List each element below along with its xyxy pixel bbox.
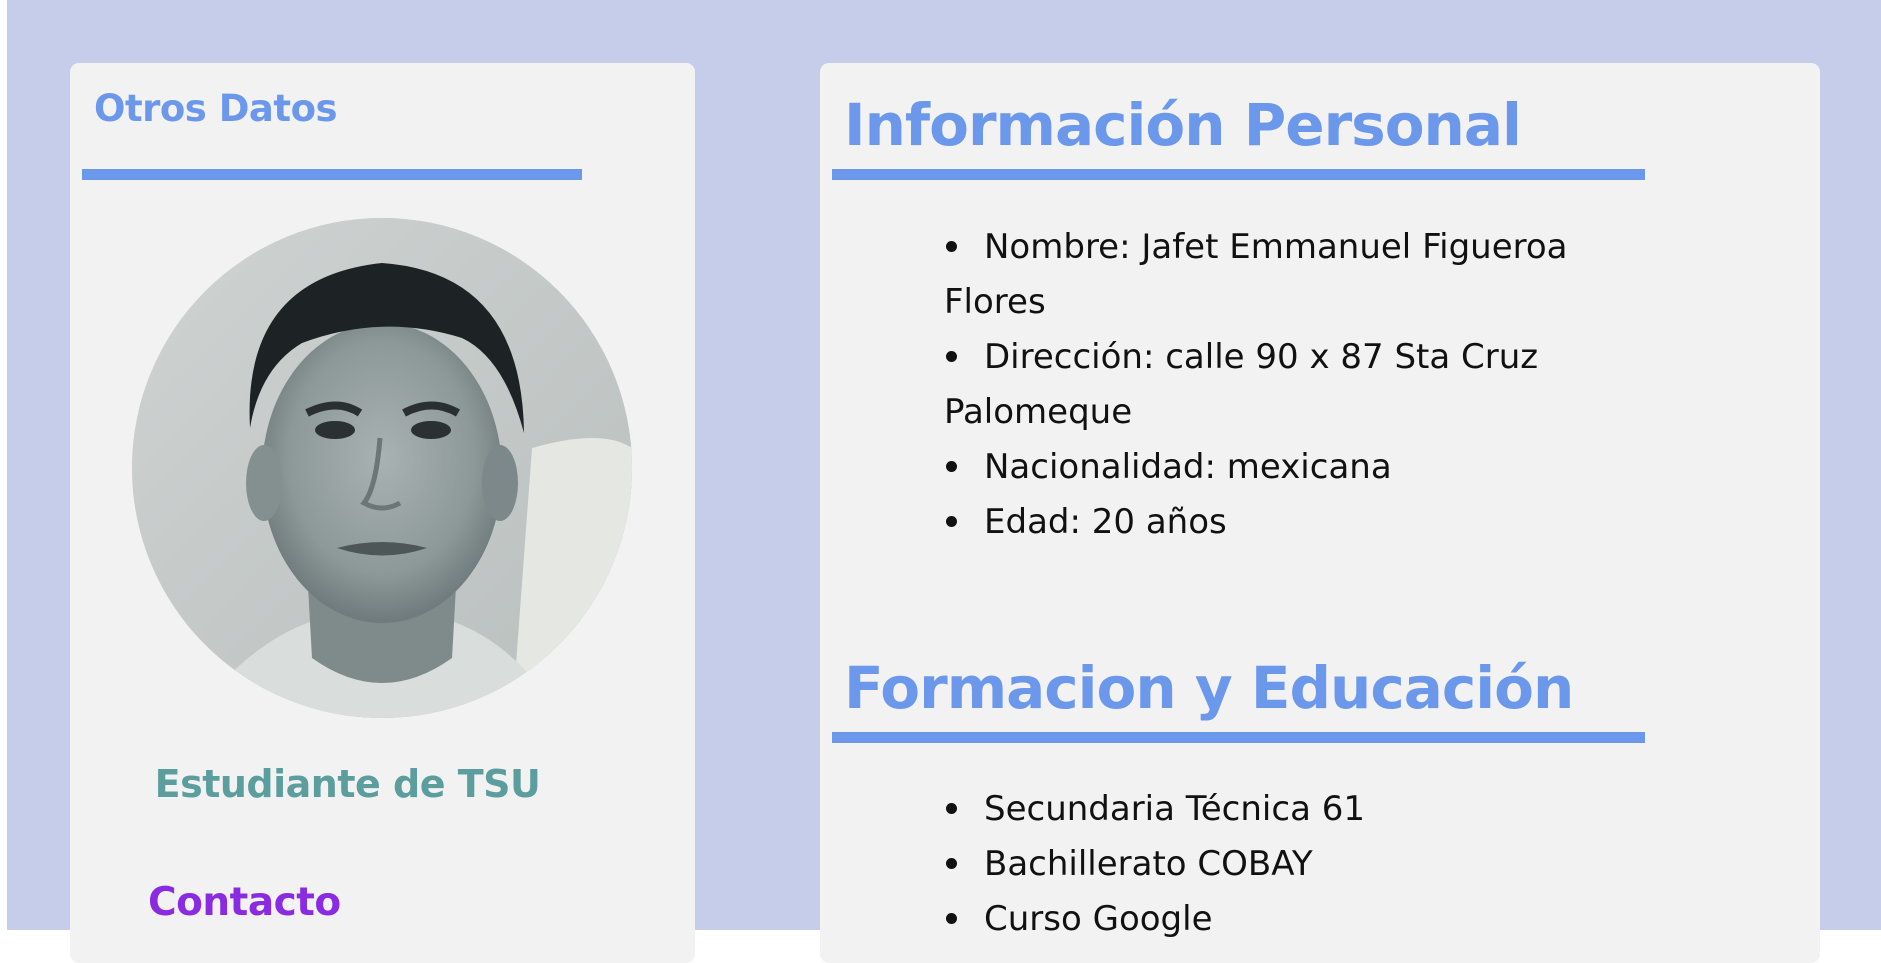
main-card: Información Personal Nombre: Jafet Emman… (820, 63, 1820, 963)
list-item: Curso Google (944, 892, 1664, 947)
list-item: Dirección: calle 90 x 87 Sta Cruz Palome… (944, 330, 1664, 440)
education-list: Secundaria Técnica 61 Bachillerato COBAY… (944, 782, 1664, 947)
bullet-icon (946, 803, 957, 814)
page-background: Otros Datos Estudiante de TSU Contacto I… (7, 0, 1881, 963)
contact-heading: Contacto (148, 880, 341, 925)
bullet-icon (946, 913, 957, 924)
bullet-icon (946, 858, 957, 869)
bullet-icon (946, 351, 957, 362)
personal-age: Edad: 20 años (984, 502, 1227, 542)
list-item: Bachillerato COBAY (944, 837, 1664, 892)
list-item: Nombre: Jafet Emmanuel Figueroa Flores (944, 220, 1664, 330)
education-secondary: Secundaria Técnica 61 (984, 789, 1365, 829)
sidebar-heading: Otros Datos (94, 87, 338, 130)
personal-address: Dirección: calle 90 x 87 Sta Cruz Palome… (944, 337, 1539, 432)
education-highschool: Bachillerato COBAY (984, 844, 1313, 884)
personal-info-underline (832, 169, 1645, 180)
education-course: Curso Google (984, 899, 1213, 939)
profile-photo-illustration (132, 218, 632, 718)
personal-info-list: Nombre: Jafet Emmanuel Figueroa Flores D… (944, 220, 1664, 550)
bullet-icon (946, 241, 957, 252)
bullet-icon (946, 461, 957, 472)
sidebar-heading-underline (82, 169, 582, 180)
list-item: Secundaria Técnica 61 (944, 782, 1664, 837)
personal-name: Nombre: Jafet Emmanuel Figueroa Flores (944, 227, 1568, 322)
personal-nationality: Nacionalidad: mexicana (984, 447, 1392, 487)
sidebar-card: Otros Datos Estudiante de TSU Contacto (70, 63, 695, 963)
role-label: Estudiante de TSU (154, 762, 541, 806)
list-item: Edad: 20 años (944, 495, 1664, 550)
list-item: Nacionalidad: mexicana (944, 440, 1664, 495)
education-underline (832, 732, 1645, 743)
education-title: Formacion y Educación (844, 654, 1574, 722)
bullet-icon (946, 516, 957, 527)
personal-info-title: Información Personal (844, 91, 1522, 159)
profile-photo (132, 218, 632, 718)
